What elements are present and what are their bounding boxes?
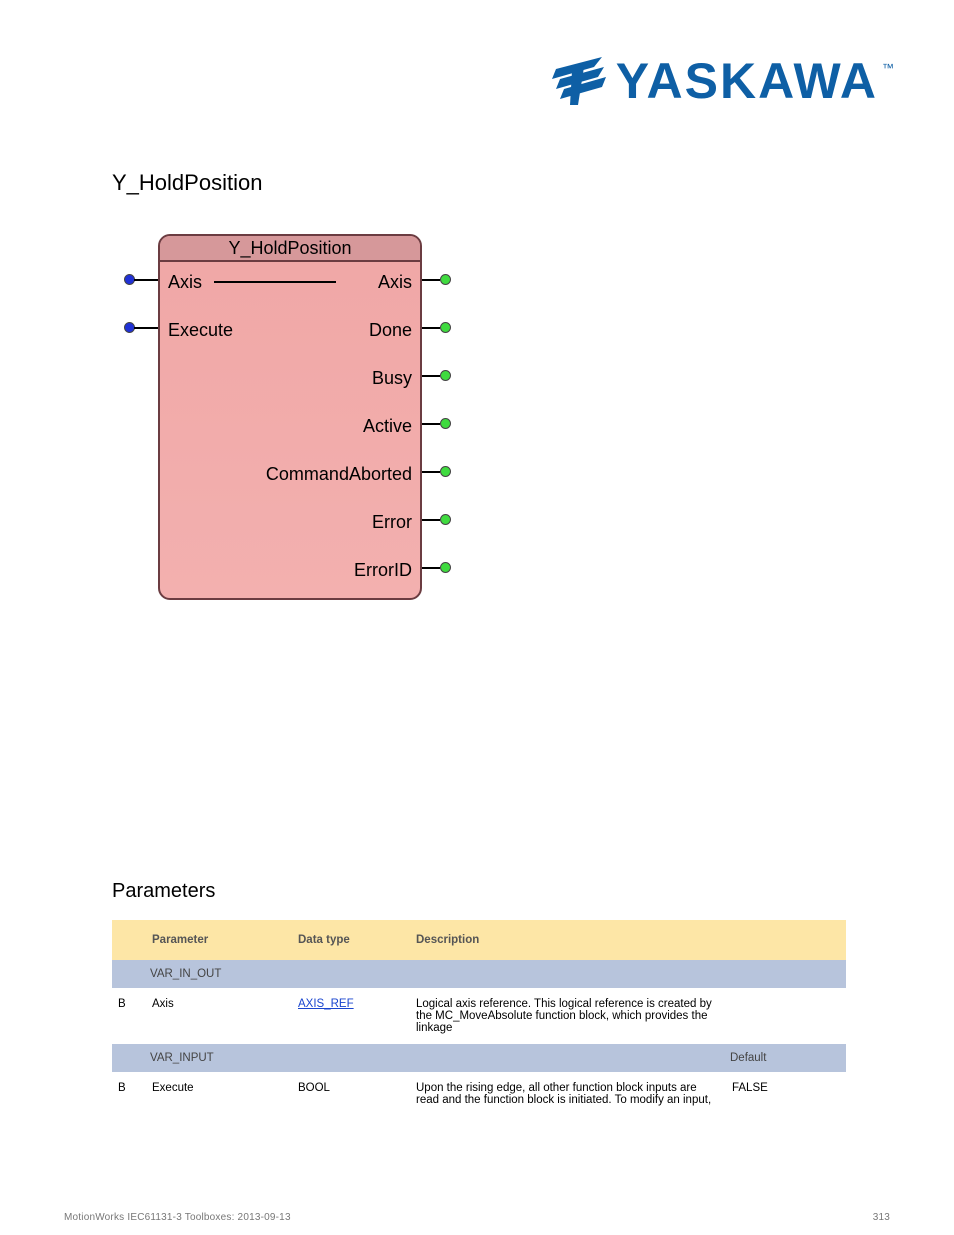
footer-page-number: 313 — [873, 1212, 890, 1223]
table-cell-extra — [726, 988, 846, 1044]
table-cell-datatype: AXIS_REF — [292, 988, 410, 1044]
fb-output-pin-icon — [440, 322, 451, 333]
fb-pin-lead — [422, 327, 440, 329]
fb-pin-lead — [422, 471, 440, 473]
table-cell-default: FALSE — [726, 1072, 846, 1116]
table-header-parameter: Parameter — [146, 920, 292, 960]
fb-output-port: Error — [372, 512, 412, 533]
brand-name: YASKAWA — [616, 52, 878, 110]
footer-left: MotionWorks IEC61131-3 Toolboxes: 2013-0… — [64, 1212, 291, 1223]
table-row: B Execute BOOL Upon the rising edge, all… — [112, 1072, 846, 1116]
fb-pin-lead — [422, 423, 440, 425]
fb-output-pin-icon — [440, 274, 451, 285]
function-block-title: Y_HoldPosition — [160, 236, 420, 262]
fb-output-pin-icon — [440, 466, 451, 477]
fb-output-port: Done — [369, 320, 412, 341]
table-section-row: VAR_INPUT Default — [112, 1044, 846, 1072]
table-section-row: VAR_IN_OUT — [112, 960, 846, 988]
fb-output-port: Busy — [372, 368, 412, 389]
fb-output-pin-icon — [440, 418, 451, 429]
table-header-extra — [726, 920, 846, 960]
brand-logo: YASKAWA ™ — [550, 52, 894, 110]
table-header-datatype: Data type — [292, 920, 410, 960]
fb-pin-lead — [134, 327, 158, 329]
page-title: Y_HoldPosition — [112, 170, 262, 196]
table-cell-parameter: Axis — [146, 988, 292, 1044]
page-footer: MotionWorks IEC61131-3 Toolboxes: 2013-0… — [0, 1212, 954, 1223]
table-cell-flag: B — [112, 1072, 146, 1116]
fb-input-port: Execute — [168, 320, 233, 341]
fb-output-pin-icon — [440, 370, 451, 381]
parameters-table: Parameter Data type Description VAR_IN_O… — [112, 920, 846, 1116]
parameters-heading: Parameters — [112, 880, 215, 903]
table-cell-parameter: Execute — [146, 1072, 292, 1116]
table-row: B Axis AXIS_REF Logical axis reference. … — [112, 988, 846, 1044]
datatype-link[interactable]: AXIS_REF — [298, 998, 354, 1010]
fb-pin-lead — [422, 567, 440, 569]
axis-in-out-connector — [214, 281, 336, 283]
function-block: Y_HoldPosition Axis Execute Axis Done Busy Ac… — [158, 234, 422, 600]
fb-output-pin-icon — [440, 514, 451, 525]
table-cell-datatype: BOOL — [292, 1072, 410, 1116]
table-cell-description: Upon the rising edge, all other function… — [410, 1072, 726, 1116]
table-section-default: Default — [726, 1044, 846, 1072]
brand-mark-icon — [550, 53, 606, 109]
fb-input-port: Axis — [168, 272, 202, 293]
fb-output-pin-icon — [440, 562, 451, 573]
table-cell-flag: B — [112, 988, 146, 1044]
table-header-cell — [112, 920, 146, 960]
fb-output-port: Active — [363, 416, 412, 437]
fb-pin-lead — [422, 279, 440, 281]
fb-pin-lead — [422, 519, 440, 521]
table-section-cell — [112, 1044, 146, 1072]
table-section-label: VAR_IN_OUT — [146, 960, 726, 988]
table-header-description: Description — [410, 920, 726, 960]
table-section-label: VAR_INPUT — [146, 1044, 726, 1072]
table-section-cell — [112, 960, 146, 988]
table-cell-description: Logical axis reference. This logical ref… — [410, 988, 726, 1044]
fb-output-port: Axis — [378, 272, 412, 293]
fb-output-port: ErrorID — [354, 560, 412, 581]
table-header-row: Parameter Data type Description — [112, 920, 846, 960]
fb-pin-lead — [134, 279, 158, 281]
table-section-extra — [726, 960, 846, 988]
brand-tm: ™ — [882, 61, 894, 75]
fb-pin-lead — [422, 375, 440, 377]
fb-output-port: CommandAborted — [266, 464, 412, 485]
